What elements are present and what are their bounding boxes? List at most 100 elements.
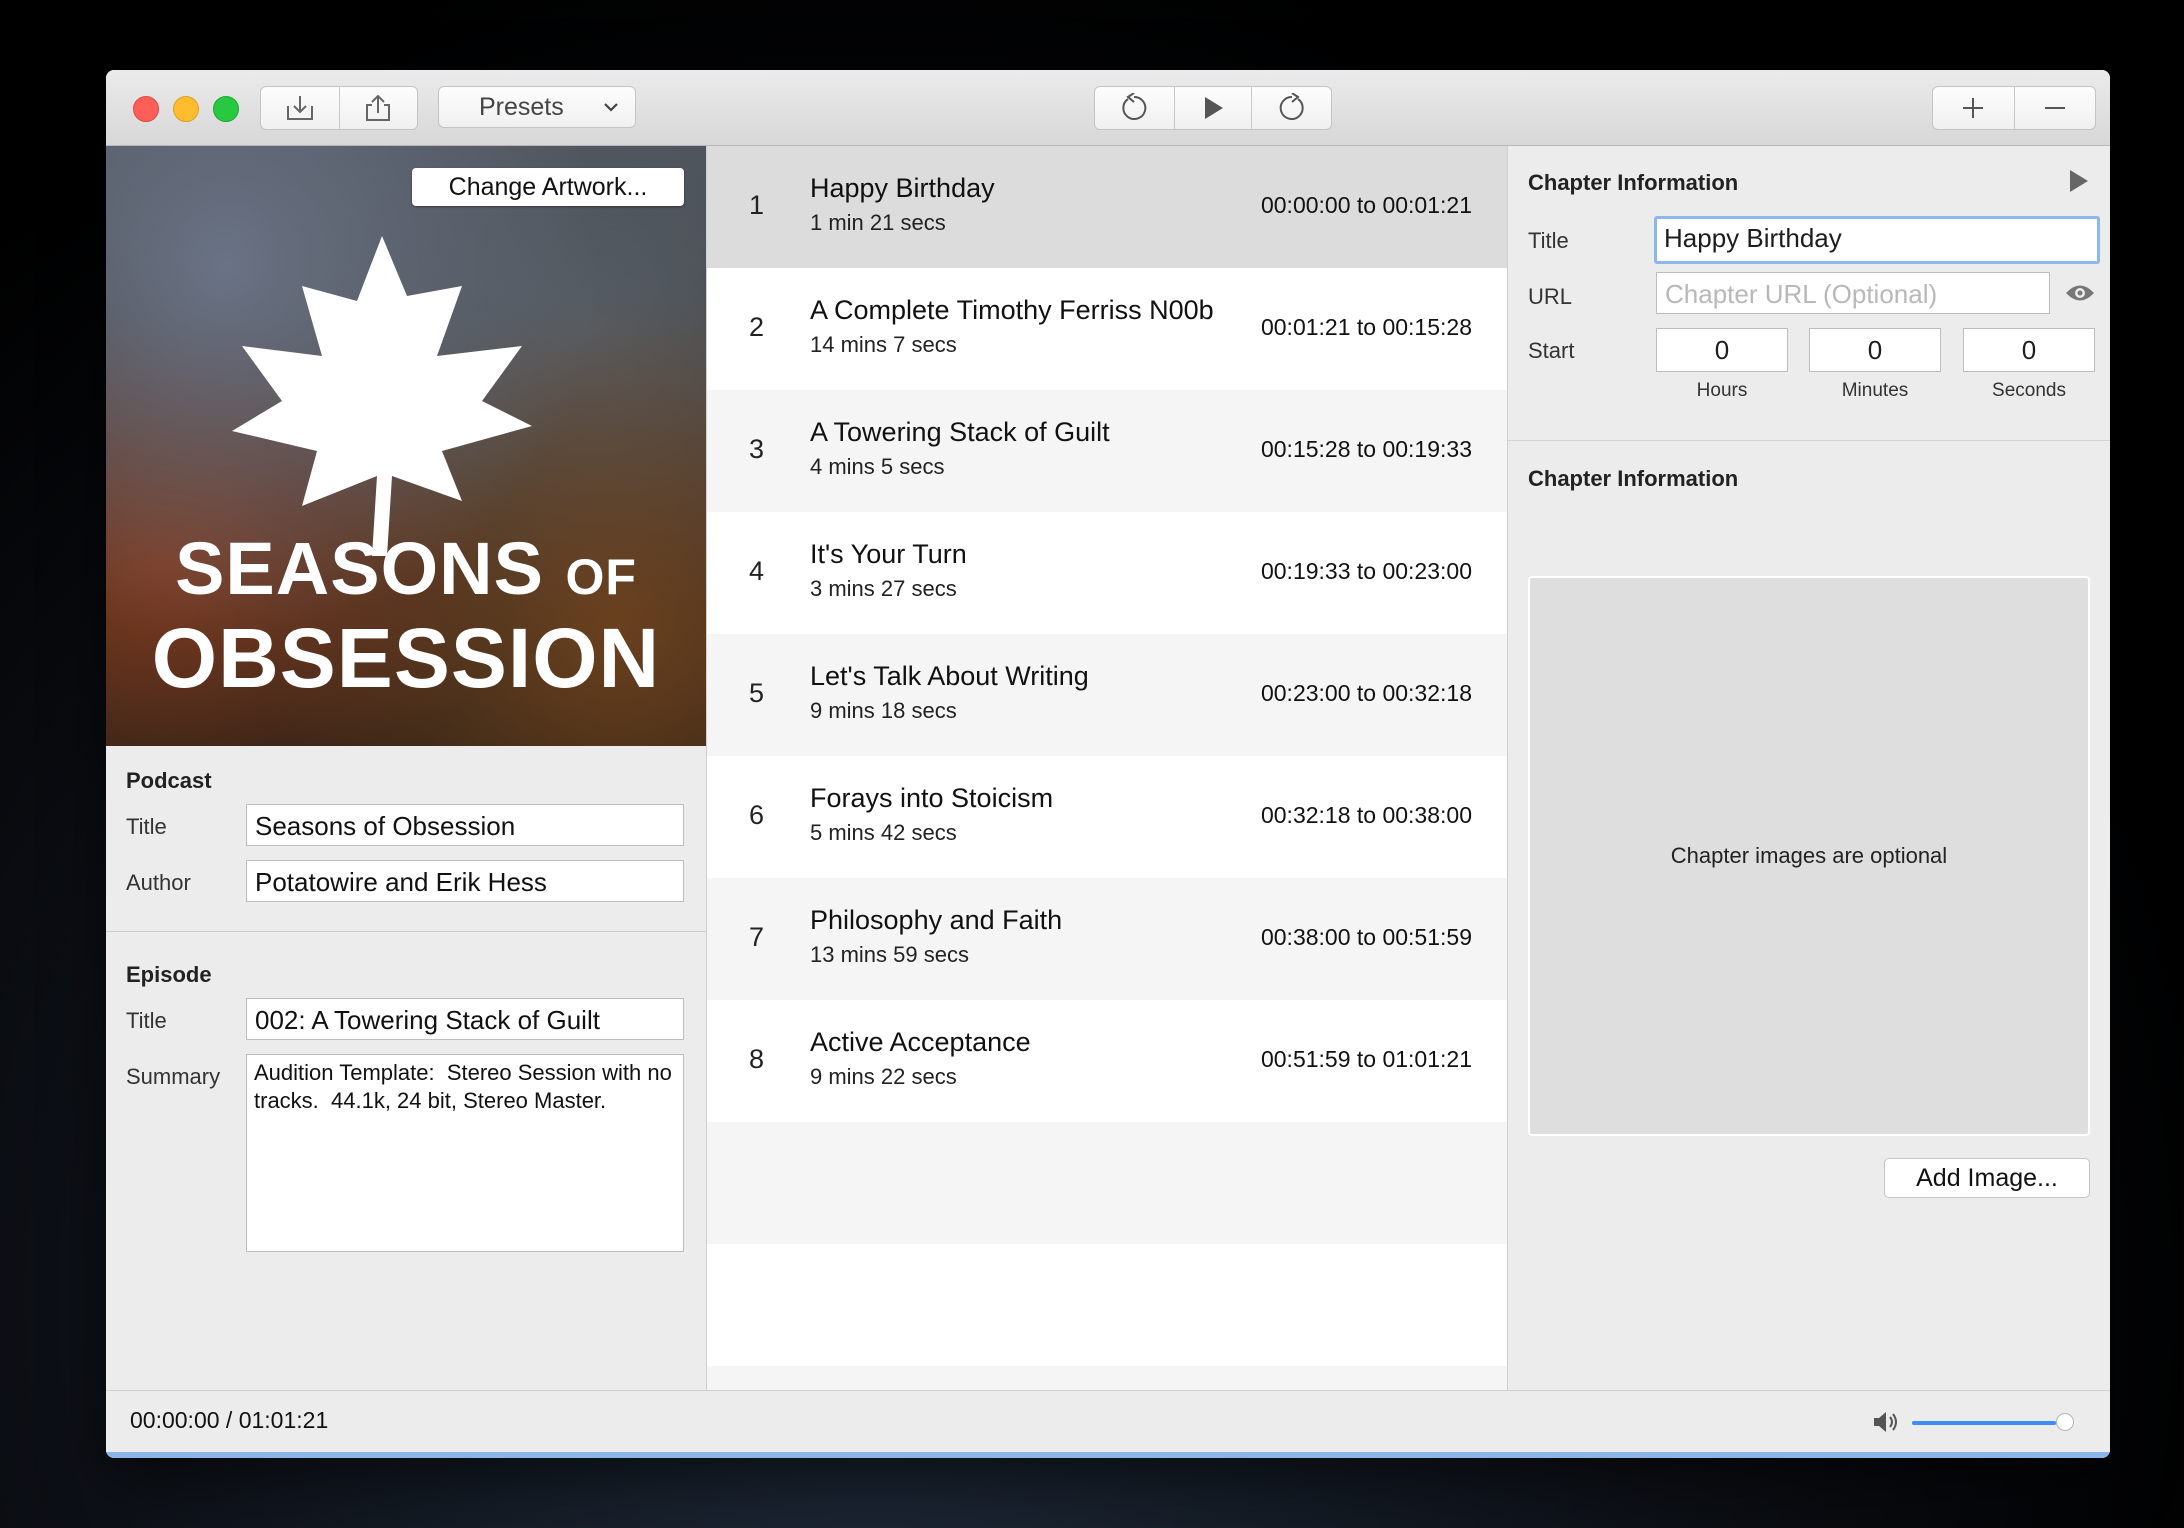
share-button[interactable] <box>340 87 418 129</box>
chapter-image-dropzone[interactable]: Chapter images are optional <box>1528 576 2090 1136</box>
presets-label: Presets <box>479 92 564 121</box>
chapter-duration: 5 mins 42 secs <box>810 820 957 845</box>
change-artwork-button[interactable]: Change Artwork... <box>412 168 684 206</box>
play-button[interactable] <box>1175 87 1253 129</box>
chapter-row[interactable]: 6 Forays into Stoicism 5 mins 42 secs 00… <box>707 756 1507 878</box>
start-minutes-field[interactable]: 0 <box>1809 328 1941 372</box>
episode-title-field[interactable]: 002: A Towering Stack of Guilt <box>246 998 684 1040</box>
presets-dropdown[interactable]: Presets <box>438 86 636 128</box>
episode-heading: Episode <box>126 962 212 987</box>
chapter-title: A Complete Timothy Ferriss N00b <box>810 295 1214 325</box>
chapter-number: 7 <box>749 922 765 952</box>
maple-leaf-logo <box>232 236 532 556</box>
podcast-artwork[interactable]: SEASONS OF OBSESSION Change Artwork... <box>106 146 706 746</box>
chapter-title: A Towering Stack of Guilt <box>810 417 1110 447</box>
chapter-number: 5 <box>749 678 765 708</box>
rewind-button[interactable] <box>1095 87 1175 129</box>
podcast-author-field[interactable]: Potatowire and Erik Hess <box>246 860 684 902</box>
close-window-button[interactable] <box>133 96 159 122</box>
app-window: Presets SEASONS OF OBSESSION Change Artw… <box>106 70 2110 1458</box>
share-icon <box>366 94 391 121</box>
metadata-panel: SEASONS OF OBSESSION Change Artwork... P… <box>106 146 707 1390</box>
chapter-row[interactable]: 2 A Complete Timothy Ferriss N00b 14 min… <box>707 268 1507 390</box>
chapter-url-field[interactable]: Chapter URL (Optional) <box>1656 272 2050 314</box>
artwork-title-line1: SEASONS OF <box>106 526 706 611</box>
play-icon <box>1205 97 1223 119</box>
artwork-word-of: OF <box>565 549 637 605</box>
chapter-duration: 9 mins 22 secs <box>810 1064 957 1089</box>
import-export-group <box>260 86 418 130</box>
seconds-label: Seconds <box>1992 380 2066 401</box>
chapter-duration: 9 mins 18 secs <box>810 698 957 723</box>
chapter-row[interactable]: 1 Happy Birthday 1 min 21 secs 00:00:00 … <box>707 146 1507 268</box>
play-chapter-icon[interactable] <box>2068 168 2090 194</box>
add-chapter-button[interactable] <box>1933 87 2015 129</box>
zoom-window-button[interactable] <box>213 96 239 122</box>
artwork-word-seasons: SEASONS <box>175 527 544 610</box>
chapter-range: 00:51:59 to 01:01:21 <box>1260 1046 1472 1072</box>
forward-button[interactable] <box>1252 87 1331 129</box>
volume-slider[interactable] <box>1912 1413 2074 1431</box>
chapter-list: 1 Happy Birthday 1 min 21 secs 00:00:00 … <box>707 146 1508 1458</box>
chapter-row[interactable]: 5 Let's Talk About Writing 9 mins 18 sec… <box>707 634 1507 756</box>
chapter-row[interactable]: 8 Active Acceptance 9 mins 22 secs 00:51… <box>707 1000 1507 1122</box>
import-icon <box>286 96 313 120</box>
add-remove-group <box>1932 86 2096 130</box>
plus-icon <box>1963 98 1984 118</box>
chapter-number: 1 <box>749 190 765 220</box>
panel-divider <box>1508 440 2110 441</box>
empty-row <box>707 1122 1507 1244</box>
chapter-range: 00:00:00 to 00:01:21 <box>1260 192 1472 218</box>
chapter-title: Happy Birthday <box>810 173 995 203</box>
chapter-title-field[interactable]: Happy Birthday <box>1654 216 2100 264</box>
playback-time: 00:00:00 / 01:01:21 <box>130 1407 329 1433</box>
chapter-title: Let's Talk About Writing <box>810 661 1089 691</box>
start-seconds-field[interactable]: 0 <box>1963 328 2095 372</box>
chapter-row[interactable]: 3 A Towering Stack of Guilt 4 mins 5 sec… <box>707 390 1507 512</box>
podcast-author-label: Author <box>126 870 191 895</box>
chapter-image-heading: Chapter Information <box>1528 466 1739 491</box>
chapter-start-label: Start <box>1528 338 1575 363</box>
add-image-button[interactable]: Add Image... <box>1884 1158 2090 1198</box>
chapter-title: Active Acceptance <box>810 1027 1031 1057</box>
status-bar: 00:00:00 / 01:01:21 <box>106 1390 2110 1453</box>
chapter-number: 4 <box>749 556 765 586</box>
empty-row <box>707 1244 1507 1366</box>
section-divider <box>106 931 706 932</box>
chapter-image-placeholder: Chapter images are optional <box>1670 843 1948 868</box>
hours-label: Hours <box>1696 380 1748 401</box>
chapter-range: 00:19:33 to 00:23:00 <box>1260 558 1472 584</box>
chapter-number: 8 <box>749 1044 765 1074</box>
chapter-info-panel: Chapter Information Title Happy Birthday… <box>1508 146 2110 1390</box>
toolbar: Presets <box>106 70 2110 146</box>
import-button[interactable] <box>261 87 340 129</box>
chapter-number: 6 <box>749 800 765 830</box>
chapter-info-heading: Chapter Information <box>1528 170 1739 195</box>
chapter-range: 00:01:21 to 00:15:28 <box>1260 314 1472 340</box>
remove-chapter-button[interactable] <box>2015 87 2096 129</box>
chapter-range: 00:32:18 to 00:38:00 <box>1260 802 1472 828</box>
rewind-icon <box>1122 93 1147 120</box>
episode-title-label: Title <box>126 1008 167 1033</box>
volume-icon <box>1874 1412 1897 1432</box>
minimize-window-button[interactable] <box>173 96 199 122</box>
eye-icon[interactable] <box>2064 282 2096 304</box>
chapter-title: Philosophy and Faith <box>810 905 1063 935</box>
chapter-url-label: URL <box>1528 284 1573 309</box>
chapter-duration: 3 mins 27 secs <box>810 576 957 601</box>
volume-fill <box>1912 1421 2056 1425</box>
chapter-title: It's Your Turn <box>810 539 967 569</box>
podcast-heading: Podcast <box>126 768 212 793</box>
volume-knob[interactable] <box>2056 1413 2074 1431</box>
minus-icon <box>2044 107 2065 109</box>
artwork-title-line2: OBSESSION <box>151 611 661 705</box>
chapter-title: Forays into Stoicism <box>810 783 1054 813</box>
chapter-row[interactable]: 4 It's Your Turn 3 mins 27 secs 00:19:33… <box>707 512 1507 634</box>
forward-icon <box>1279 93 1304 120</box>
episode-summary-field[interactable]: Audition Template: Stereo Session with n… <box>246 1054 684 1252</box>
chapter-row[interactable]: 7 Philosophy and Faith 13 mins 59 secs 0… <box>707 878 1507 1000</box>
episode-summary-label: Summary <box>126 1064 221 1089</box>
start-hours-field[interactable]: 0 <box>1656 328 1788 372</box>
podcast-title-field[interactable]: Seasons of Obsession <box>246 804 684 846</box>
chapter-duration: 1 min 21 secs <box>810 210 946 235</box>
